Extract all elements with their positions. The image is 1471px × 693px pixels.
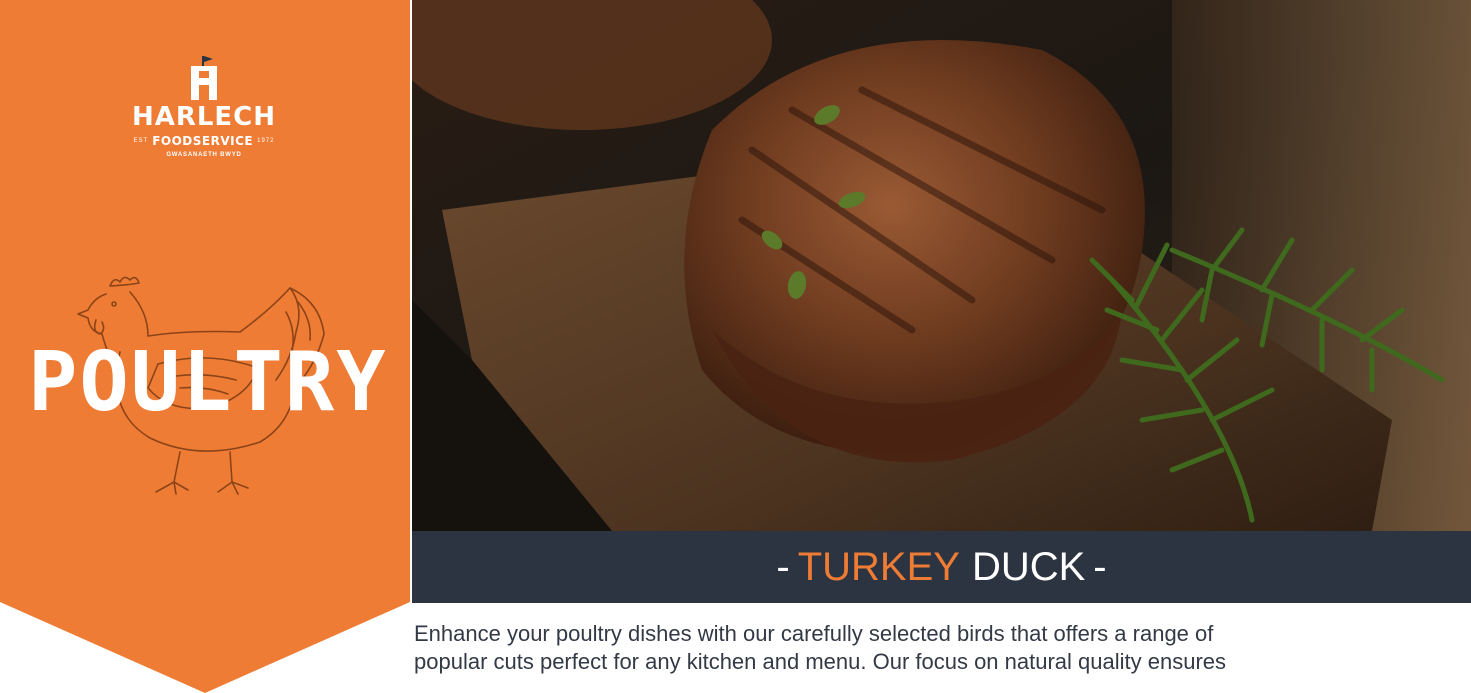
- product-duck: DUCK: [971, 544, 1086, 589]
- product-turkey: TURKEY: [797, 544, 960, 589]
- band-dash-right: -: [1093, 544, 1107, 589]
- band-dash-left: -: [776, 544, 790, 589]
- intro-line-1: Enhance your poultry dishes with our car…: [414, 621, 1214, 646]
- product-list-band: - TURKEY DUCK -: [412, 531, 1471, 603]
- hero-image: [412, 0, 1471, 531]
- intro-paragraph: Enhance your poultry dishes with our car…: [414, 620, 1414, 676]
- brand-subtitle: FOODSERVICE: [152, 134, 254, 148]
- intro-line-2: popular cuts perfect for any kitchen and…: [414, 649, 1227, 674]
- brand-name: HARLECH: [131, 102, 277, 132]
- brand-est: EST: [133, 138, 149, 144]
- duck-steak-photo: [412, 0, 1471, 531]
- category-title: POULTRY: [28, 335, 388, 430]
- harlech-logo: HARLECH EST FOODSERVICE 1972 GWASANAETH …: [118, 56, 290, 158]
- brand-subtitle-row: EST FOODSERVICE 1972: [118, 134, 290, 148]
- brand-year: 1972: [257, 138, 275, 144]
- brand-welsh-tagline: GWASANAETH BWYD: [166, 152, 242, 158]
- castle-logo-icon: [191, 56, 217, 100]
